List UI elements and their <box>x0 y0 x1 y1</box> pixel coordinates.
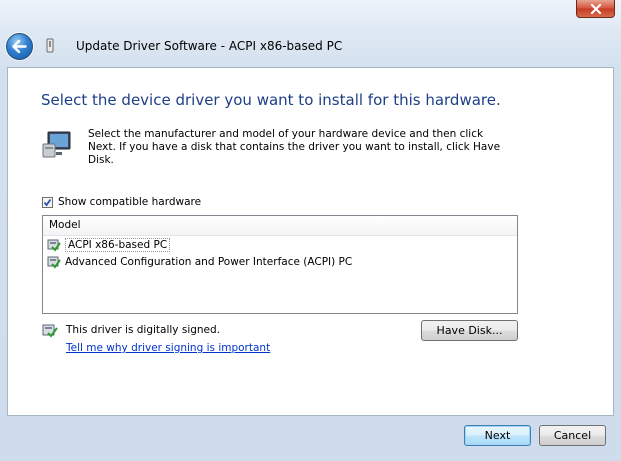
model-item-label: ACPI x86-based PC <box>65 237 171 252</box>
model-item-label: Advanced Configuration and Power Interfa… <box>65 255 353 268</box>
back-button[interactable] <box>6 33 33 60</box>
device-wizard-icon <box>46 38 54 53</box>
signing-status-text: This driver is digitally signed. <box>66 324 221 336</box>
next-button[interactable]: Next <box>464 425 531 446</box>
back-arrow-icon <box>12 40 27 53</box>
driver-signing-link[interactable]: Tell me why driver signing is important <box>66 342 270 354</box>
cancel-button[interactable]: Cancel <box>539 425 606 446</box>
page-heading: Select the device driver you want to ins… <box>41 91 501 109</box>
model-list-item[interactable]: ACPI x86-based PC <box>43 236 517 253</box>
model-list-item[interactable]: Advanced Configuration and Power Interfa… <box>43 253 517 270</box>
driver-package-icon <box>47 256 61 269</box>
model-column-header[interactable]: Model <box>43 216 517 236</box>
window-title: Update Driver Software - ACPI x86-based … <box>76 39 343 53</box>
model-listbox[interactable]: Model ACPI x86-based PC Advanced Configu… <box>42 215 518 314</box>
checkmark-icon <box>43 198 52 206</box>
close-icon <box>590 3 601 14</box>
window-frame: Update Driver Software - ACPI x86-based … <box>0 0 621 461</box>
compatible-hardware-label: Show compatible hardware <box>58 196 202 208</box>
wizard-content-panel: Select the device driver you want to ins… <box>7 67 614 416</box>
have-disk-button[interactable]: Have Disk... <box>421 320 518 341</box>
compatible-hardware-checkbox[interactable] <box>42 196 53 208</box>
driver-package-icon <box>47 239 61 252</box>
signed-driver-icon <box>42 324 58 338</box>
computer-monitor-icon <box>42 131 71 158</box>
close-button[interactable] <box>576 0 615 18</box>
compatible-hardware-row: Show compatible hardware <box>42 196 201 208</box>
instructions-text: Select the manufacturer and model of you… <box>88 128 501 166</box>
